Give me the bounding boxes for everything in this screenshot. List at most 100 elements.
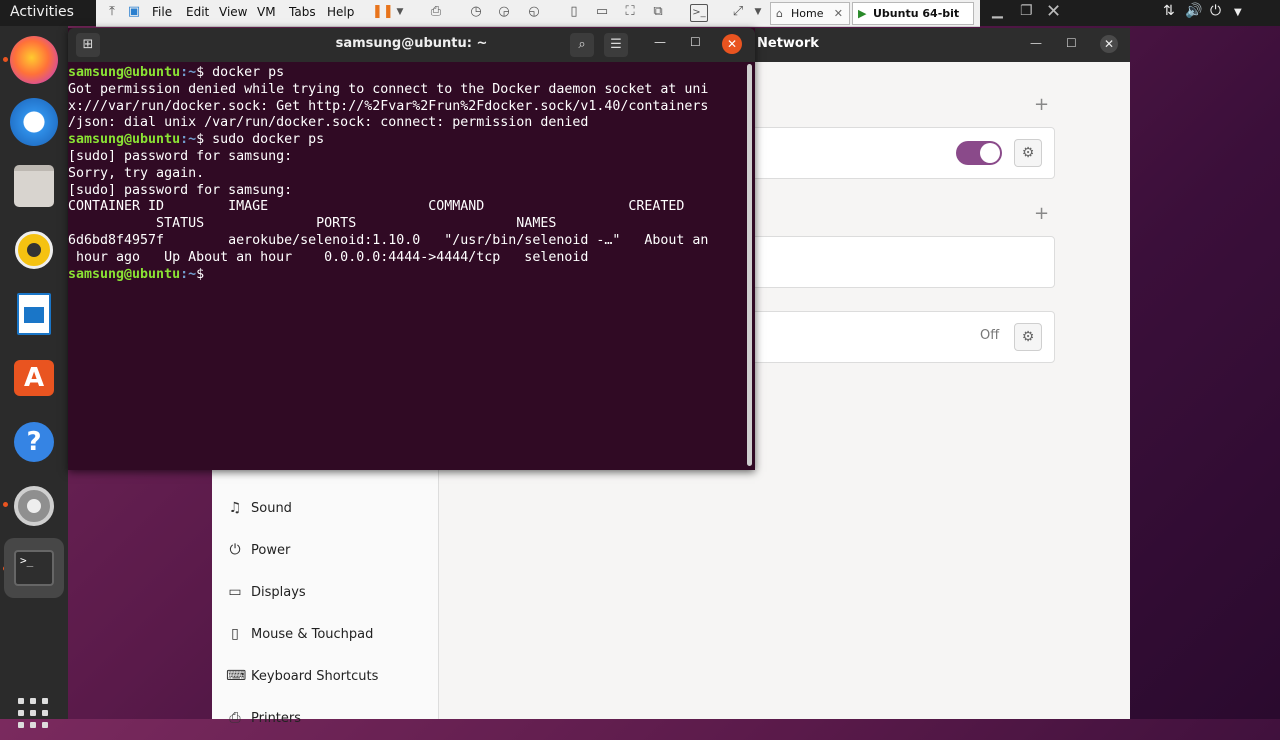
files-icon[interactable] (10, 162, 58, 210)
terminal-output-line: hour ago Up About an hour 0.0.0.0:4444->… (68, 249, 589, 265)
wired-toggle[interactable] (956, 141, 1002, 165)
menu-edit[interactable]: Edit (186, 5, 209, 19)
sidebar-item-sound[interactable]: ♫ Sound (212, 488, 438, 530)
chevron-down-icon[interactable]: ▼ (1234, 7, 1242, 18)
close-icon[interactable]: ✕ (1100, 35, 1118, 53)
prompt-user: samsung@ubuntu (68, 132, 181, 148)
sidebar-item-displays[interactable]: ▭ Displays (212, 572, 438, 614)
stretch-icon[interactable]: ⤢ (730, 4, 746, 20)
maximize-icon[interactable]: ☐ (1066, 36, 1077, 50)
hamburger-menu-icon[interactable]: ☰ (604, 33, 628, 57)
terminal-prompt-line: samsung@ubuntu:~$ docker ps (68, 65, 744, 82)
vm-library-icon[interactable]: ▣ (126, 4, 142, 20)
page-title: Network (757, 36, 819, 51)
snapshot-manager-icon[interactable]: ◵ (526, 4, 542, 20)
activities-button[interactable]: Activities (10, 4, 74, 20)
fullscreen-exit-icon[interactable]: ⤒ (104, 4, 120, 20)
unity-icon[interactable]: ⧉ (650, 4, 666, 20)
terminal-scrollbar[interactable] (747, 64, 752, 466)
terminal-output-line: 6d6bd8f4957f aerokube/selenoid:1.10.0 "/… (68, 232, 709, 248)
close-icon[interactable]: ✕ (834, 3, 843, 24)
gear-icon[interactable]: ⚙ (1014, 139, 1042, 167)
add-connection-icon[interactable]: + (1034, 203, 1049, 224)
power-icon[interactable]: ⏻ (1210, 3, 1221, 19)
network-icon[interactable]: ⇅ (1163, 3, 1175, 19)
terminal-prompt-line: samsung@ubuntu:~$ (68, 267, 744, 284)
search-icon[interactable]: ⌕ (570, 33, 594, 57)
menu-view[interactable]: View (219, 5, 247, 19)
running-indicator (3, 57, 8, 62)
maximize-icon[interactable]: ❐ (1020, 3, 1033, 19)
terminal-output-line: /json: dial unix /var/run/docker.sock: c… (68, 115, 589, 131)
tab-home[interactable]: ⌂ Home ✕ (770, 2, 850, 25)
terminal-output-line: CONTAINER ID IMAGE COMMAND CREATED (68, 199, 685, 215)
prompt-command: $ sudo docker ps (196, 132, 325, 148)
terminal-output[interactable]: samsung@ubuntu:~$ docker ps Got permissio… (68, 65, 744, 283)
sidebar-item-label: Displays (251, 585, 306, 600)
snapshot-icon[interactable]: ◷ (468, 4, 484, 20)
settings-icon[interactable] (10, 482, 58, 530)
sidebar-item-label: Sound (251, 501, 292, 516)
dock: A ? >_ (0, 26, 68, 728)
thunderbird-icon[interactable] (10, 98, 58, 146)
tab-home-label: Home (791, 7, 824, 20)
rhythmbox-icon[interactable] (10, 226, 58, 274)
show-applications-icon[interactable] (18, 698, 50, 730)
minimize-icon[interactable]: ▁ (992, 3, 1003, 19)
sidebar-item-mouse-touchpad[interactable]: ▯ Mouse & Touchpad (212, 614, 438, 656)
home-icon: ⌂ (776, 7, 783, 20)
sidebar-item-keyboard-shortcuts[interactable]: ⌨ Keyboard Shortcuts (212, 656, 438, 698)
vm-toolbar: ⤒ ▣ File Edit View VM Tabs Help ❚❚ ▼ ⎙ ◷… (96, 0, 980, 27)
volume-icon[interactable]: 🔊 (1185, 3, 1202, 19)
minimize-icon[interactable]: — (654, 35, 666, 49)
menu-help[interactable]: Help (327, 5, 354, 19)
terminal-output-line: [sudo] password for samsung: (68, 182, 293, 198)
proxy-status: Off (980, 328, 1000, 343)
help-icon[interactable]: ? (10, 418, 58, 466)
running-indicator (3, 502, 8, 507)
prompt-path: :~ (180, 266, 197, 282)
gear-icon[interactable]: ⚙ (1014, 323, 1042, 351)
terminal-output-line: x:///var/run/docker.sock: Get http://%2F… (68, 98, 709, 114)
add-vpn-icon[interactable]: + (1034, 94, 1049, 115)
revert-snapshot-icon[interactable]: ◶ (496, 4, 512, 20)
keyboard-icon: ⌨ (226, 668, 247, 684)
menu-file[interactable]: File (152, 5, 172, 19)
tab-ubuntu[interactable]: ▶ Ubuntu 64-bit (852, 2, 974, 25)
sidebar-toggle-icon[interactable]: ▯ (566, 4, 582, 20)
console-view-icon[interactable]: >_ (690, 4, 708, 22)
chevron-down-icon[interactable]: ▼ (392, 4, 408, 20)
minimize-icon[interactable]: — (1030, 36, 1042, 50)
terminal-output-line: STATUS PORTS NAMES (68, 216, 557, 232)
display-icon: ▭ (228, 584, 242, 600)
sidebar-item-power[interactable]: ⏻ Power (212, 530, 438, 572)
close-icon[interactable]: ✕ (722, 34, 742, 54)
terminal-prompt-line: samsung@ubuntu:~$ sudo docker ps (68, 132, 744, 149)
firefox-icon[interactable] (10, 36, 58, 84)
menu-vm[interactable]: VM (257, 5, 276, 19)
thumbnail-bar-icon[interactable]: ▭ (594, 4, 610, 20)
send-keys-icon[interactable]: ⎙ (428, 4, 444, 20)
full-screen-icon[interactable]: ⛶ (622, 4, 638, 20)
mouse-icon: ▯ (231, 626, 239, 642)
terminal-output-line: Sorry, try again. (68, 165, 205, 181)
pause-icon[interactable]: ❚❚ (372, 4, 394, 20)
sidebar-item-printers[interactable]: ⎙ Printers (212, 698, 438, 740)
vm-running-icon: ▶ (858, 7, 867, 20)
prompt-path: :~ (180, 65, 197, 80)
libreoffice-writer-icon[interactable] (10, 290, 58, 338)
terminal-output-line: Got permission denied while trying to co… (68, 81, 709, 97)
close-icon[interactable]: ✕ (1046, 1, 1061, 22)
prompt-command: $ (196, 266, 213, 282)
sidebar-item-label: Mouse & Touchpad (251, 627, 374, 642)
maximize-icon[interactable]: ☐ (690, 35, 701, 49)
menu-tabs[interactable]: Tabs (289, 5, 316, 19)
sidebar-item-label: Power (251, 543, 291, 558)
prompt-user: samsung@ubuntu (68, 266, 181, 282)
sidebar-item-label: Keyboard Shortcuts (251, 669, 379, 684)
terminal-output-line: [sudo] password for samsung: (68, 148, 293, 164)
stretch-chevron-down-icon[interactable]: ▼ (750, 4, 766, 20)
software-center-icon[interactable]: A (10, 354, 58, 402)
terminal-header: ⊞ samsung@ubuntu: ~ ⌕ ☰ — ☐ ✕ (68, 28, 755, 62)
terminal-icon[interactable]: >_ (4, 538, 64, 598)
